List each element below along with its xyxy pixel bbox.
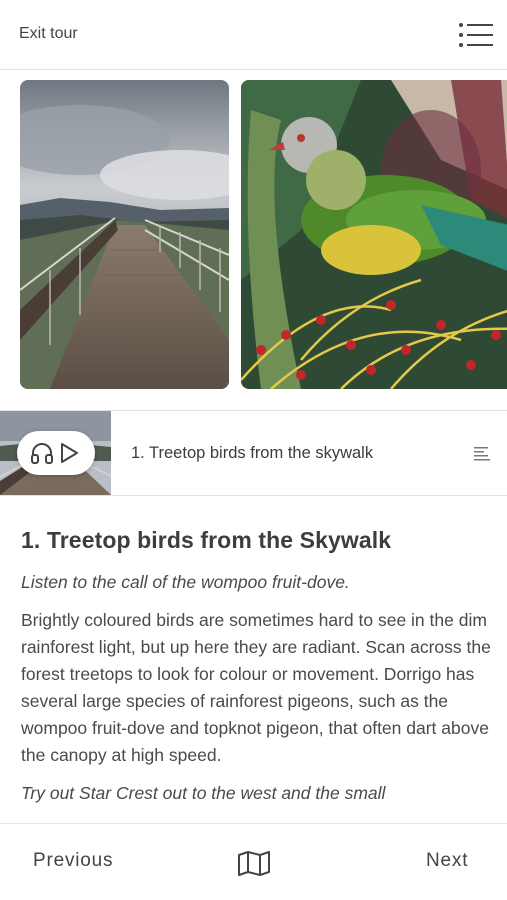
stop-intro: Listen to the call of the wompoo fruit-d…: [21, 572, 350, 592]
stop-heading: 1. Treetop birds from the Skywalk: [21, 527, 392, 553]
audio-player: 1. Treetop birds from the skywalk: [0, 410, 507, 496]
skywalk-boardwalk-photo[interactable]: [20, 80, 229, 389]
track-title[interactable]: 1. Treetop birds from the skywalk: [131, 444, 373, 463]
transcript-lines-icon[interactable]: [474, 447, 490, 461]
bottom-navigation: Previous Next: [0, 823, 507, 900]
wompoo-fruit-dove-photo[interactable]: [241, 80, 507, 389]
headphones-icon: [31, 443, 53, 464]
stop-body-continued: Try out Star Crest out to the west and t…: [21, 783, 386, 803]
exit-tour-button[interactable]: Exit tour: [19, 25, 78, 43]
map-icon[interactable]: [237, 850, 271, 876]
next-button[interactable]: Next: [426, 850, 468, 872]
photo-gallery[interactable]: [0, 70, 507, 410]
play-icon: [61, 443, 78, 463]
stop-body: Brightly coloured birds are sometimes ha…: [21, 610, 491, 765]
hamburger-menu-icon[interactable]: [458, 22, 494, 48]
play-audio-button[interactable]: [17, 431, 95, 475]
top-bar: Exit tour: [0, 0, 507, 70]
previous-button[interactable]: Previous: [33, 850, 113, 872]
stop-content: 1. Treetop birds from the Skywalk Listen…: [21, 500, 491, 824]
